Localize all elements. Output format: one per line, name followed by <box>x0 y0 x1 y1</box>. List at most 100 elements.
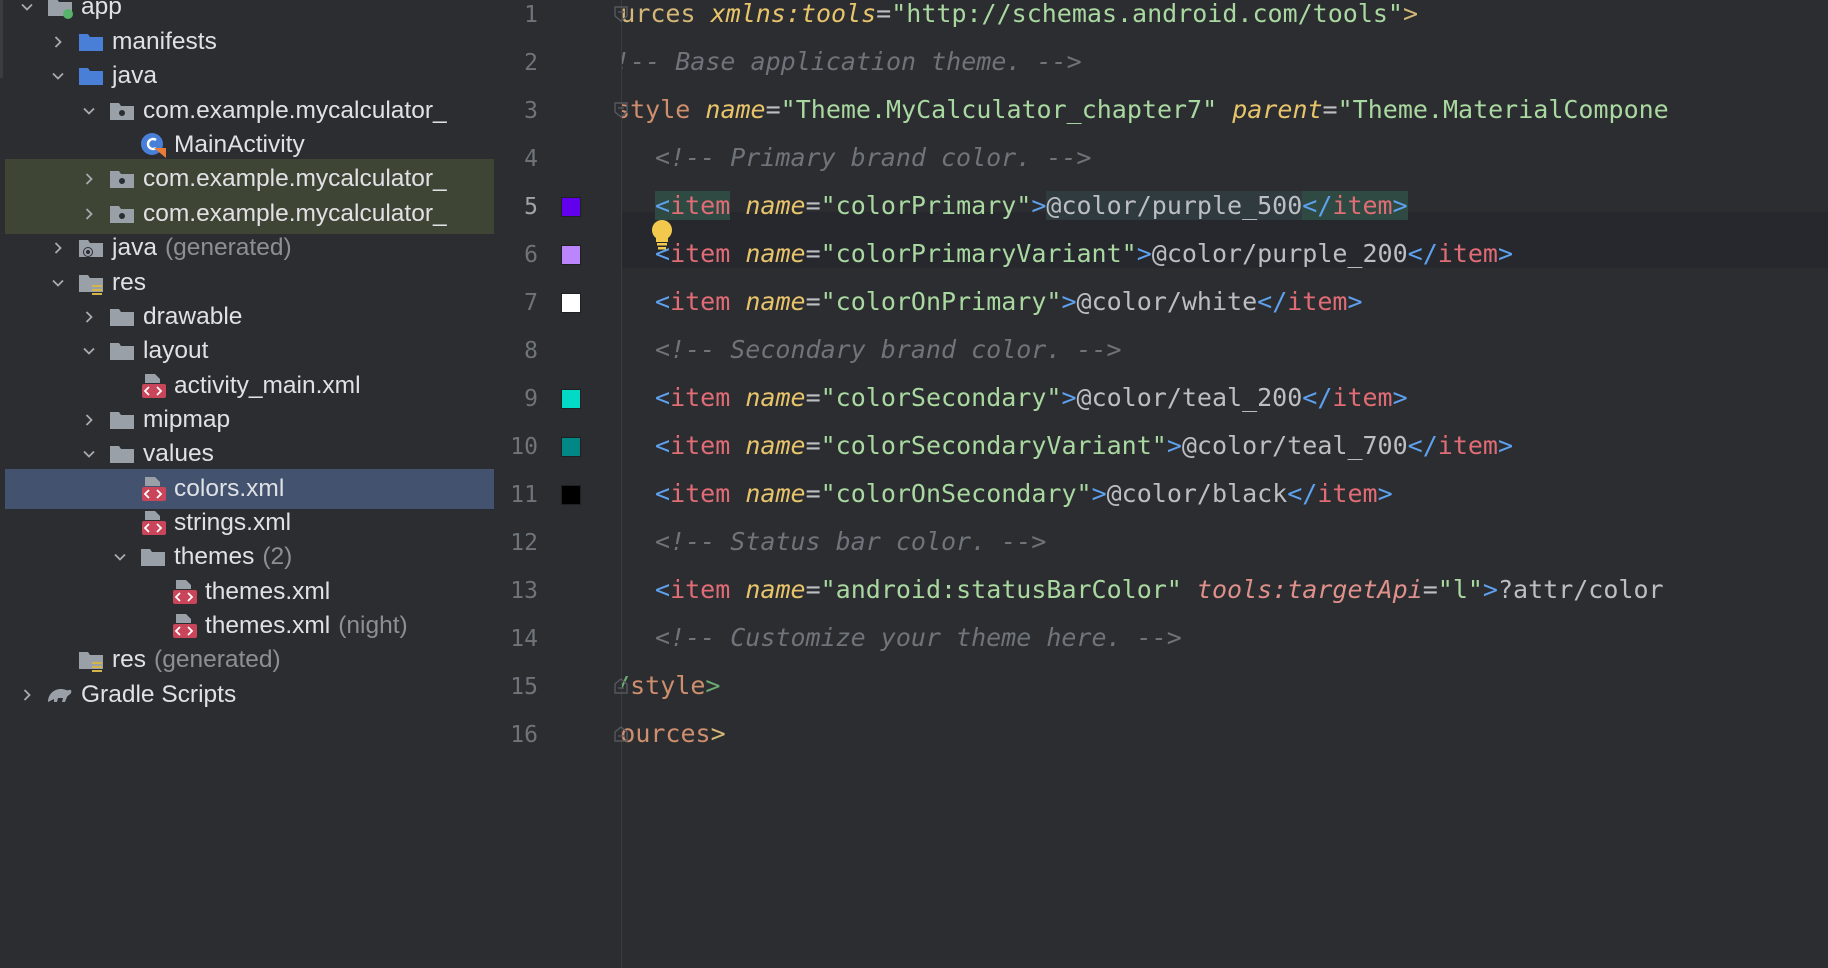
code-token: > <box>1031 191 1047 220</box>
code-token: > <box>1166 431 1182 460</box>
code-editor[interactable]: <resources xmlns:tools="http://schemas.a… <box>622 0 1828 968</box>
color-swatch-teal-700[interactable] <box>561 437 581 457</box>
generated-folder-icon <box>76 233 106 263</box>
code-token: = <box>805 287 821 316</box>
code-token: </ <box>1407 431 1438 460</box>
code-token: > <box>1377 479 1393 508</box>
code-line-14[interactable]: <!-- Customize your theme here. --> <box>655 622 1182 654</box>
code-line-8[interactable]: <!-- Secondary brand color. --> <box>655 334 1122 366</box>
code-token: > <box>710 719 726 748</box>
line-number: 14 <box>510 626 538 652</box>
line-number: 15 <box>510 674 538 700</box>
color-swatch-teal-200[interactable] <box>561 389 581 409</box>
chevron-down-icon[interactable] <box>75 434 103 474</box>
tree-item-themes[interactable]: themes (2) <box>5 537 494 577</box>
tree-item-extra: (night) <box>338 612 408 639</box>
fold-close-icon[interactable] <box>612 677 630 695</box>
chevron-right-icon[interactable] <box>13 675 41 715</box>
code-token: = <box>1322 95 1338 124</box>
package-icon <box>107 199 137 229</box>
code-token: tools: <box>1196 575 1288 604</box>
code-line-16[interactable]: </resources> <box>622 718 726 750</box>
color-swatch-purple-500[interactable] <box>561 197 581 217</box>
code-token: </ <box>1302 383 1333 412</box>
chevron-down-icon[interactable] <box>75 331 103 371</box>
code-token: < <box>655 383 671 412</box>
tree-item-label: values <box>143 440 214 467</box>
chevron-down-icon[interactable] <box>44 56 72 96</box>
code-line-11[interactable]: <item name="colorOnSecondary">@color/bla… <box>655 478 1393 510</box>
line-number: 2 <box>524 50 538 76</box>
code-token: tools <box>800 0 877 28</box>
tree-item-layout[interactable]: layout <box>5 331 494 371</box>
code-token: item <box>670 239 731 268</box>
code-token: = <box>805 239 821 268</box>
code-token: name <box>745 431 806 460</box>
xml-file-icon <box>138 508 168 538</box>
code-token: item <box>670 575 731 604</box>
code-token: <!-- Status bar color. --> <box>655 527 1047 556</box>
fold-open-icon[interactable] <box>612 5 630 23</box>
xml-file-icon <box>169 577 199 607</box>
tree-item-res[interactable]: res (generated) <box>5 640 494 680</box>
chevron-right-icon[interactable] <box>75 159 103 199</box>
code-token: "Theme.MyCalculator_chapter7" <box>780 95 1218 124</box>
tree-item-extra: (generated) <box>164 234 292 261</box>
code-token: = <box>765 95 781 124</box>
code-line-2[interactable]: <!-- Base application theme. --> <box>622 46 1082 78</box>
color-swatch-black[interactable] <box>561 485 581 505</box>
tree-item-gradle-scripts[interactable]: Gradle Scripts <box>5 675 494 715</box>
code-line-15[interactable]: </style> <box>622 670 720 702</box>
tree-item-com-example-mycalculator[interactable]: com.example.mycalculator_ <box>5 159 494 199</box>
resource-folder-icon <box>76 268 106 298</box>
chevron-down-icon[interactable] <box>106 537 134 577</box>
code-token: < <box>655 575 671 604</box>
code-token: = <box>1422 575 1438 604</box>
folder-icon <box>107 336 137 366</box>
code-token: > <box>1061 287 1077 316</box>
code-line-6[interactable]: <item name="colorPrimaryVariant">@color/… <box>655 238 1513 270</box>
tree-item-java[interactable]: java (generated) <box>5 228 494 268</box>
chevron-right-icon[interactable] <box>44 228 72 268</box>
line-number: 16 <box>510 722 538 748</box>
code-line-3[interactable]: <style name="Theme.MyCalculator_chapter7… <box>622 94 1669 126</box>
code-token: item <box>1287 287 1348 316</box>
code-line-10[interactable]: <item name="colorSecondaryVariant">@colo… <box>655 430 1513 462</box>
kotlin-class-icon <box>138 130 168 160</box>
line-number: 7 <box>524 290 538 316</box>
intention-lightbulb-icon[interactable] <box>648 218 676 250</box>
code-token: "colorPrimary" <box>820 191 1032 220</box>
code-line-9[interactable]: <item name="colorSecondary">@color/teal_… <box>655 382 1408 414</box>
code-line-7[interactable]: <item name="colorOnPrimary">@color/white… <box>655 286 1363 318</box>
code-token: @color/black <box>1106 479 1288 508</box>
tree-item-label: layout <box>143 337 209 364</box>
code-line-13[interactable]: <item name="android:statusBarColor" tool… <box>655 574 1664 606</box>
code-token: item <box>1332 191 1393 220</box>
tree-item-values[interactable]: values <box>5 434 494 474</box>
tree-item-label: mipmap <box>143 406 231 433</box>
code-token: > <box>1392 191 1408 220</box>
tree-item-java[interactable]: java <box>5 56 494 96</box>
code-token: "colorSecondaryVariant" <box>820 431 1167 460</box>
color-swatch-purple-200[interactable] <box>561 245 581 265</box>
fold-close-icon[interactable] <box>612 725 630 743</box>
code-line-12[interactable]: <!-- Status bar color. --> <box>655 526 1046 558</box>
fold-open-icon[interactable] <box>612 101 630 119</box>
color-swatch-white[interactable] <box>561 293 581 313</box>
tree-item-label: activity_main.xml <box>174 372 361 399</box>
tree-item-label: colors.xml <box>174 475 285 502</box>
xml-file-icon <box>169 611 199 641</box>
package-icon <box>107 96 137 126</box>
code-token: name <box>745 383 806 412</box>
code-line-1[interactable]: <resources xmlns:tools="http://schemas.a… <box>622 0 1418 30</box>
code-token: <!-- Customize your theme here. --> <box>655 623 1182 652</box>
code-line-5[interactable]: <item name="colorPrimary">@color/purple_… <box>655 190 1408 222</box>
code-line-4[interactable]: <!-- Primary brand color. --> <box>655 142 1092 174</box>
tree-item-label: Gradle Scripts <box>81 681 237 708</box>
tree-item-extra: (generated) <box>154 646 281 673</box>
